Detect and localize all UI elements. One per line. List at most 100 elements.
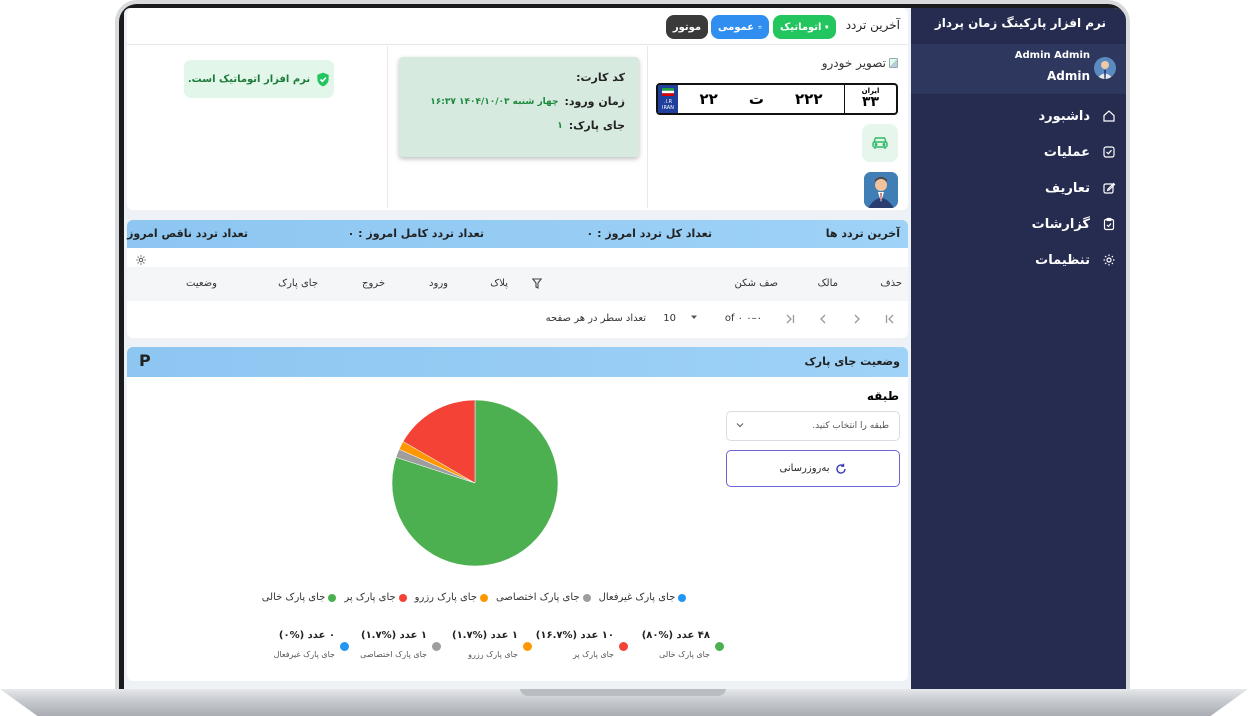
sidebar: نرم افزار پارکینگ زمان پرداز Admin Admin… — [911, 8, 1126, 689]
entry-time-row: زمان ورود: چهار شنبه ۱۴۰۴/۱۰/۰۳ ۱۶:۳۷ — [430, 95, 625, 108]
rows-per-page-label: تعداد سطر در هر صفحه — [545, 313, 646, 324]
profile-name: Admin Admin — [1014, 50, 1090, 61]
motor-badge: موتور — [666, 15, 708, 39]
sidebar-item-definitions[interactable]: تعاریف — [911, 170, 1126, 206]
traffic-title: آخرین تردد ها — [825, 227, 900, 240]
page-range: ۰–۰ of ۰ — [724, 313, 762, 324]
column-plate[interactable]: پلاک — [490, 278, 508, 289]
column-owner[interactable]: مالک — [818, 278, 838, 289]
public-badge: عمومی — [711, 15, 769, 39]
prev-page-icon[interactable] — [851, 313, 863, 328]
home-icon — [1102, 109, 1116, 123]
legend-item-reserved[interactable]: جای پارک رزرو — [415, 592, 489, 603]
sidebar-nav: داشبورد عملیات تعاریف گزارشات تنظیمات — [911, 98, 1126, 278]
parking-pie-chart — [391, 399, 559, 567]
stat-inactive: ۰ عدد (%۰) جای پارک غیرفعال — [254, 628, 349, 668]
column-exit[interactable]: خروج — [362, 278, 385, 289]
refresh-icon — [835, 463, 846, 474]
legend-item-inactive[interactable]: جای پارک غیرفعال — [599, 592, 687, 603]
complete-traffic-count: تعداد تردد کامل امروز : ۰ — [347, 227, 484, 240]
gear-icon — [1102, 253, 1116, 267]
legend-item-exclusive[interactable]: جای پارک اختصاصی — [496, 592, 591, 603]
gear-icon — [136, 255, 146, 265]
park-status-header: وضعیت جای پارک P — [127, 347, 908, 377]
park-status-title: وضعیت جای پارک — [804, 355, 900, 368]
last-page-icon[interactable] — [784, 313, 796, 328]
latest-entry-card: آخرین تردد اتوماتیک عمومی موتور تصویر خو — [127, 8, 908, 210]
driver-avatar — [864, 172, 898, 208]
sidebar-item-operations[interactable]: عملیات — [911, 134, 1126, 170]
legend-item-empty[interactable]: جای پارک خالی — [262, 592, 337, 603]
next-page-icon[interactable] — [817, 313, 829, 328]
app-screen: نرم افزار پارکینگ زمان پرداز Admin Admin… — [124, 8, 1126, 689]
sidebar-item-label: تعاریف — [1045, 180, 1090, 196]
car-icon — [872, 137, 888, 149]
profile-role: Admin — [1046, 69, 1090, 83]
plate-flag-strip: I.R. IRAN — [658, 85, 678, 113]
software-status: نرم افزار اتوماتیک است. — [184, 60, 334, 98]
column-delete[interactable]: حذف — [880, 278, 902, 289]
latest-entry-header: آخرین تردد اتوماتیک عمومی موتور — [127, 8, 908, 45]
license-plate: ایران ۳۳ ۲۲۲ ت ۲۲ I.R. IRAN — [656, 83, 898, 115]
sidebar-item-settings[interactable]: تنظیمات — [911, 242, 1126, 278]
legend-dot — [328, 593, 337, 602]
legend-dot — [398, 593, 407, 602]
sidebar-item-reports[interactable]: گزارشات — [911, 206, 1126, 242]
user-profile[interactable]: Admin Admin Admin — [911, 44, 1126, 94]
status-dot — [715, 642, 724, 651]
legend-dot — [582, 593, 591, 602]
sidebar-item-dashboard[interactable]: داشبورد — [911, 98, 1126, 134]
sidebar-item-label: عملیات — [1043, 144, 1090, 160]
card-code-row: کد کارت: — [576, 71, 625, 84]
column-entry[interactable]: ورود — [429, 278, 448, 289]
iran-flag-icon — [662, 88, 674, 96]
parking-p-badge: P — [139, 351, 151, 370]
stat-full: ۱۰ عدد (%۱۶.۷) جای پارک پر — [533, 628, 628, 668]
filter-icon[interactable] — [531, 278, 543, 292]
parking-stats: ۴۸ عدد (%۸۰) جای پارک خالی ۱۰ عدد (%۱۶.۷… — [244, 628, 724, 668]
stat-exclusive: ۱ عدد (%۱.۷) جای پارک اختصاصی — [346, 628, 441, 668]
car-image: تصویر خودرو — [822, 56, 898, 70]
sidebar-item-label: گزارشات — [1031, 216, 1090, 232]
sidebar-item-label: تنظیمات — [1035, 252, 1090, 268]
broken-image-icon — [889, 58, 898, 68]
chevron-down-icon — [735, 420, 745, 433]
stat-reserved: ۱ عدد (%۱.۷) جای پارک رزرو — [437, 628, 532, 668]
legend-item-full[interactable]: جای پارک پر — [344, 592, 407, 603]
app-title: نرم افزار پارکینگ زمان پرداز — [934, 16, 1106, 30]
laptop-notch — [520, 688, 726, 696]
column-parking-spot[interactable]: جای پارک — [278, 278, 318, 289]
legend-dot — [678, 593, 687, 602]
car-type-button[interactable] — [862, 124, 898, 162]
table-settings-button[interactable] — [135, 251, 147, 265]
edit-icon — [1102, 181, 1116, 195]
column-divider — [387, 46, 388, 208]
refresh-button[interactable]: به‌روزرسانی — [726, 450, 900, 487]
status-dot — [523, 642, 532, 651]
plate-number: ۲۲۲ ت ۲۲ — [699, 90, 823, 108]
total-traffic-count: تعداد کل تردد امروز : ۰ — [586, 227, 712, 240]
floor-label: طبقه — [866, 389, 899, 403]
column-status[interactable]: وضعیت — [186, 278, 217, 289]
avatar — [1094, 57, 1116, 79]
sidebar-item-label: داشبورد — [1038, 108, 1090, 124]
floor-select[interactable]: طبقه را انتخاب کنید. — [726, 411, 900, 441]
column-divider — [647, 46, 648, 208]
traffic-table-header: آخرین تردد ها تعداد کل تردد امروز : ۰ تع… — [124, 220, 908, 248]
legend-dot — [480, 593, 489, 602]
shield-check-icon — [825, 25, 829, 29]
first-page-icon[interactable] — [884, 313, 896, 328]
latest-entry-title: آخرین تردد — [845, 18, 900, 32]
column-queue-breaker[interactable]: صف شکن — [734, 278, 778, 289]
table-column-headers: حذف مالک صف شکن پلاک ورود خروج جای پارک … — [127, 267, 908, 301]
users-icon — [758, 25, 762, 29]
table-pagination: ۰–۰ of ۰ 10 تعداد سطر در هر صفحه — [127, 301, 908, 337]
parking-spot-row: جای پارک: ۱ — [557, 119, 625, 132]
rows-per-page-select[interactable]: 10 — [663, 313, 698, 324]
chart-legend: جای پارک غیرفعال جای پارک اختصاصی جای پا… — [262, 592, 687, 603]
shield-check-icon — [317, 72, 329, 86]
main-content: آخرین تردد اتوماتیک عمومی موتور تصویر خو — [124, 8, 911, 689]
check-square-icon — [1102, 145, 1116, 159]
floor-select-placeholder: طبقه را انتخاب کنید. — [812, 421, 889, 431]
stat-empty: ۴۸ عدد (%۸۰) جای پارک خالی — [629, 628, 724, 668]
